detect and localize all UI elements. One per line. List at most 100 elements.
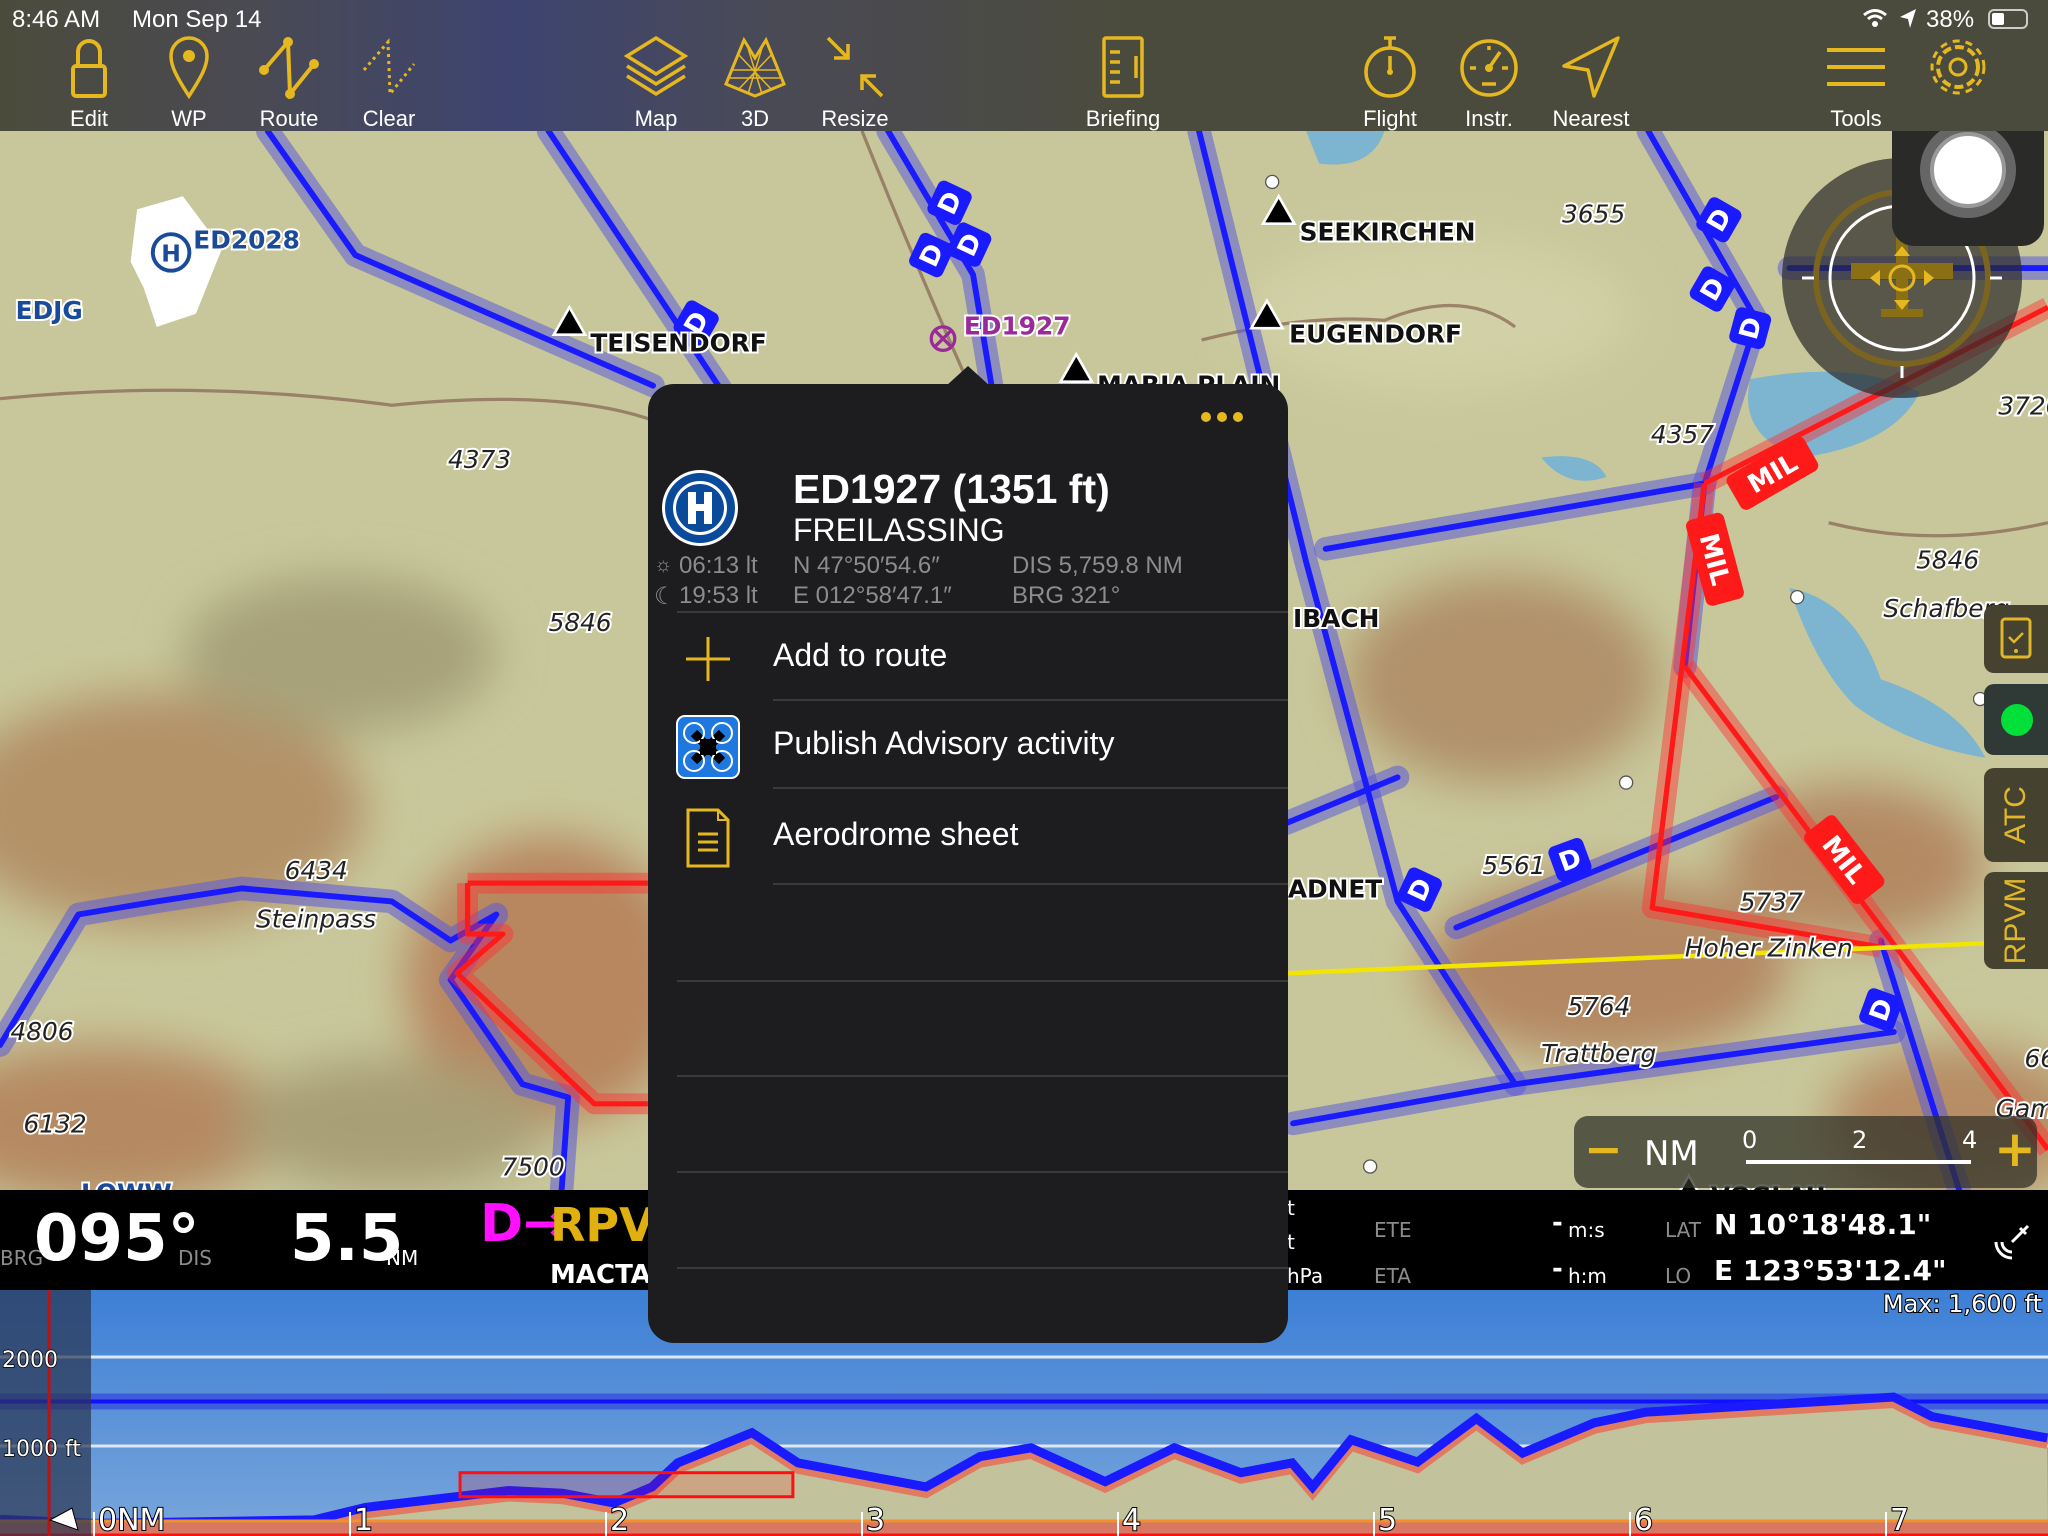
lat-label: LAT bbox=[1665, 1218, 1701, 1242]
divider bbox=[773, 787, 1288, 789]
sunset-time: 19:53 lt bbox=[679, 582, 758, 609]
toolbar: 8:46 AM Mon Sep 14 38% Edit WP Route Cle… bbox=[0, 0, 2048, 131]
map-pin-icon bbox=[169, 36, 209, 100]
popup-longitude: E 012°58′47.1″ bbox=[793, 582, 952, 609]
battery-percent: 38% bbox=[1926, 6, 1975, 33]
gps-satellite-icon[interactable] bbox=[1990, 1220, 2034, 1268]
sunrise-icon: ☼ bbox=[654, 554, 673, 576]
toolbar-clear-button[interactable]: Clear bbox=[334, 34, 444, 132]
peak-label: Steinpass bbox=[256, 905, 376, 934]
battery-icon bbox=[1988, 9, 2028, 29]
rpvm-tab[interactable]: RPVM bbox=[1984, 872, 2048, 969]
more-options-button[interactable] bbox=[1200, 410, 1250, 422]
elevation-label: 5846 bbox=[1916, 545, 1979, 574]
scale-tick-label: 0 bbox=[1742, 1126, 1758, 1154]
elevation-label: 4806 bbox=[10, 1017, 73, 1046]
toolbar-route-button[interactable]: Route bbox=[234, 34, 344, 132]
profile-airspace-box bbox=[458, 1471, 795, 1499]
zoom-in-button[interactable]: + bbox=[1994, 1120, 2036, 1178]
heliport-icon bbox=[660, 468, 740, 548]
heliport-marker-ed2028[interactable]: H bbox=[150, 232, 192, 273]
eta-value: - bbox=[1552, 1254, 1563, 1284]
divider bbox=[677, 1171, 1288, 1173]
connection-status-tab[interactable] bbox=[1984, 684, 2048, 755]
ellipsis-icon bbox=[1201, 412, 1243, 422]
toolbar-tools-button[interactable]: Tools bbox=[1801, 34, 1911, 132]
toolbar-wp-button[interactable]: WP bbox=[134, 34, 244, 132]
elevation-label: 5737 bbox=[1740, 888, 1803, 917]
lat-value: N 10°18'48.1" bbox=[1714, 1208, 1932, 1241]
x-tick-label: 7 bbox=[1890, 1503, 1909, 1536]
active-waypoint[interactable]: RPV bbox=[550, 1198, 655, 1252]
toolbar-nearest-button[interactable]: Nearest bbox=[1536, 34, 1646, 132]
checklist-tab[interactable] bbox=[1984, 605, 2048, 673]
toolbar-3d-button[interactable]: 3D bbox=[700, 34, 810, 132]
label-edjg: EDJG bbox=[16, 296, 83, 325]
lon-value: E 123°53'12.4" bbox=[1714, 1254, 1947, 1287]
dis-label: DIS bbox=[178, 1246, 212, 1270]
label-ed2028: ED2028 bbox=[193, 226, 300, 255]
popup-subtitle: FREILASSING bbox=[793, 512, 1005, 548]
elevation-label: 5561 bbox=[1482, 851, 1545, 880]
toolbar-briefing-button[interactable]: Briefing bbox=[1068, 34, 1178, 132]
menu-icon bbox=[1827, 48, 1885, 86]
toolbar-instr-button[interactable]: Instr. bbox=[1434, 34, 1544, 132]
popup-latitude: N 47°50′54.6″ bbox=[793, 552, 940, 579]
menu-publish-advisory-activity[interactable]: Publish Advisory activity bbox=[648, 701, 1288, 787]
toolbar-map-button[interactable]: Map bbox=[601, 34, 711, 132]
plus-icon bbox=[686, 637, 730, 681]
partial-value: t bbox=[1287, 1196, 1295, 1220]
eta-label: ETA bbox=[1374, 1264, 1411, 1288]
ete-unit: m:s bbox=[1568, 1218, 1605, 1242]
sunset-icon: ☾ bbox=[654, 583, 676, 610]
scale-tick-label: 4 bbox=[1962, 1126, 1978, 1154]
layers-icon bbox=[623, 35, 689, 97]
sunrise-time: 06:13 lt bbox=[679, 552, 758, 579]
toolbar-flight-button[interactable]: Flight bbox=[1335, 34, 1445, 132]
popup-title: ED1927 (1351 ft) bbox=[793, 466, 1110, 512]
profile-left-column bbox=[0, 1290, 91, 1536]
x-tick-label: 5 bbox=[1378, 1503, 1397, 1536]
scale-bar: − NM 0 2 4 + bbox=[1574, 1116, 2037, 1188]
drone-icon bbox=[676, 715, 740, 779]
x-tick-label: 0NM bbox=[98, 1503, 165, 1536]
peak-label: Trattberg bbox=[1541, 1039, 1656, 1068]
elevation-label: 7500 bbox=[502, 1153, 565, 1182]
status-time: 8:46 AM bbox=[12, 6, 101, 33]
divider bbox=[677, 1075, 1288, 1077]
lock-icon bbox=[71, 39, 107, 98]
eta-unit: h:m bbox=[1568, 1264, 1607, 1288]
atc-tab[interactable]: ATC bbox=[1984, 768, 2048, 862]
label-ibach: IBACH bbox=[1293, 604, 1379, 633]
resize-icon bbox=[826, 36, 884, 98]
popup-bearing: BRG 321° bbox=[1012, 582, 1121, 609]
checklist-icon bbox=[2000, 617, 2032, 659]
active-waypoint-name: MACTA bbox=[550, 1260, 651, 1290]
divider bbox=[677, 1267, 1288, 1269]
svg-text:H: H bbox=[161, 240, 181, 268]
x-tick-label: 6 bbox=[1634, 1503, 1653, 1536]
ete-label: ETE bbox=[1374, 1218, 1412, 1242]
gear-icon bbox=[1930, 39, 1986, 95]
elevation-label: 5764 bbox=[1567, 992, 1630, 1021]
ete-value: - bbox=[1552, 1208, 1563, 1238]
location-icon bbox=[1898, 8, 1918, 30]
label-seekirchen: SEEKIRCHEN bbox=[1300, 218, 1476, 247]
toolbar-resize-button[interactable]: Resize bbox=[800, 34, 910, 132]
x-tick-label: 4 bbox=[1122, 1503, 1141, 1536]
waypoint-popup: ED1927 (1351 ft) FREILASSING ☼ 06:13 lt … bbox=[648, 384, 1288, 1343]
brg-value: 095° bbox=[34, 1202, 200, 1276]
toolbar-edit-button[interactable]: Edit bbox=[34, 34, 144, 132]
terrain-3d-icon bbox=[724, 36, 786, 98]
popup-distance: DIS 5,759.8 NM bbox=[1012, 552, 1183, 579]
elevation-label: 4357 bbox=[1651, 420, 1714, 449]
document-icon bbox=[686, 808, 730, 868]
zoom-out-button[interactable]: − bbox=[1584, 1124, 1623, 1174]
menu-aerodrome-sheet[interactable]: Aerodrome sheet bbox=[648, 792, 1288, 878]
lon-label: LO bbox=[1665, 1264, 1692, 1288]
scale-unit: NM bbox=[1644, 1134, 1699, 1174]
divider bbox=[773, 883, 1288, 885]
route-icon bbox=[259, 36, 319, 100]
toolbar-settings-button[interactable] bbox=[1903, 34, 2013, 100]
menu-add-to-route[interactable]: Add to route bbox=[648, 613, 1288, 699]
